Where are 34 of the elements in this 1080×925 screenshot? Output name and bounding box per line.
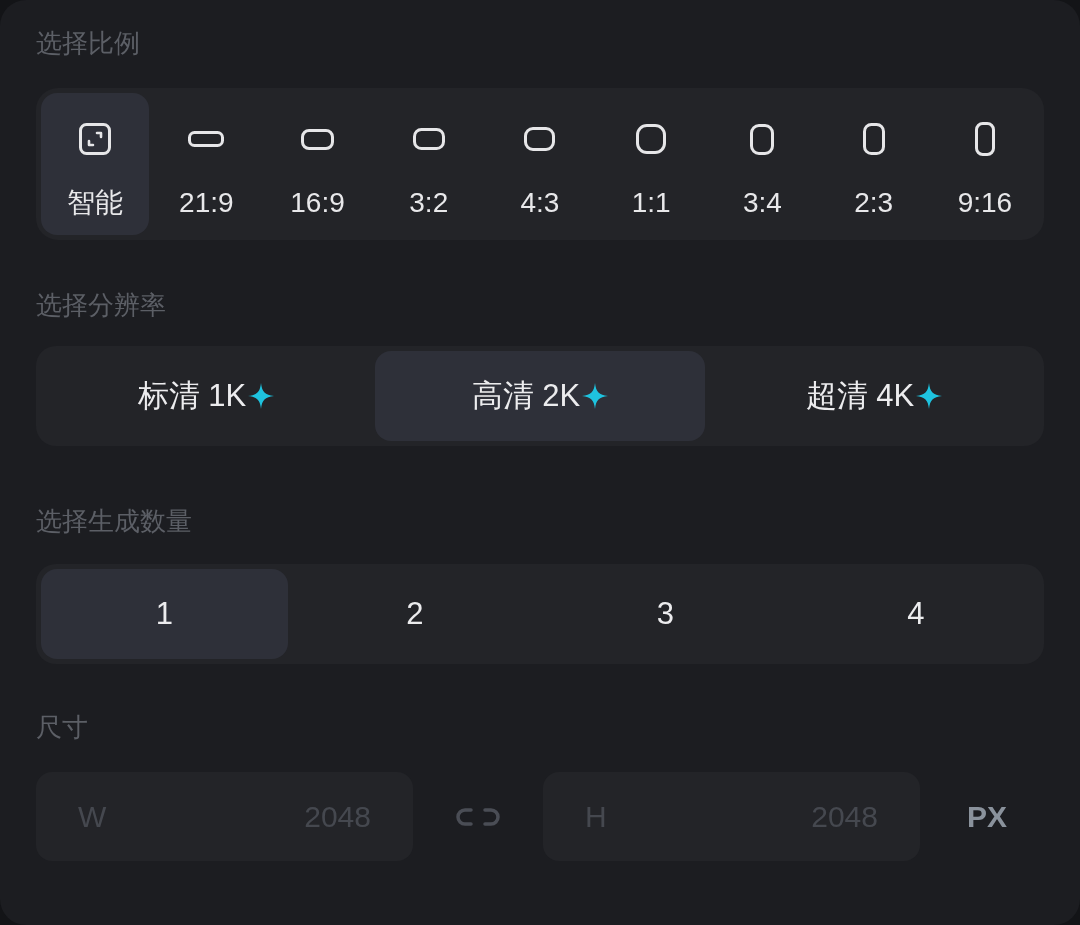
section-label: 选择生成数量 [35, 508, 193, 534]
aspect-ratio-icon [974, 122, 995, 156]
count-option[interactable]: 2 [291, 569, 538, 659]
ratio-option[interactable]: 2:3 [819, 93, 928, 235]
section-label: 尺寸 [35, 714, 89, 740]
count-option[interactable]: 3 [542, 569, 789, 659]
unit-label: PX [967, 799, 1008, 835]
ratio-option[interactable]: 智能 [41, 93, 150, 235]
aspect-ratio-icon [524, 127, 556, 151]
section-label: 选择比例 [35, 30, 141, 56]
aspect-ratio-icon [301, 128, 335, 150]
smart-frame-icon [79, 123, 112, 155]
aspect-ratio-icon [862, 123, 885, 155]
aspect-ratio-icon [636, 124, 667, 154]
ratio-option[interactable]: 9:16 [930, 93, 1039, 235]
ratio-option[interactable]: 4:3 [485, 93, 595, 235]
ratio-option[interactable]: 3:2 [374, 93, 483, 235]
sparkle-icon [916, 383, 943, 409]
section-label: 选择分辨率 [35, 292, 167, 318]
sparkle-icon [582, 383, 609, 409]
count-option[interactable]: 1 [41, 569, 288, 659]
aspect-ratio-icon [412, 128, 445, 150]
resolution-option[interactable]: 超清 4K [709, 351, 1039, 441]
aspect-ratio-icon [188, 131, 225, 147]
sparkle-icon [248, 383, 275, 409]
resolution-option[interactable]: 标清 1K [41, 351, 371, 441]
count-option[interactable]: 4 [792, 569, 1039, 659]
ratio-option[interactable]: 21:9 [152, 93, 261, 235]
ratio-option[interactable]: 1:1 [597, 93, 706, 235]
link-icon[interactable] [455, 806, 501, 827]
aspect-ratio-icon [750, 123, 775, 155]
ratio-option[interactable]: 16:9 [263, 93, 372, 235]
resolution-option[interactable]: 高清 2K [375, 351, 705, 441]
ratio-option[interactable]: 3:4 [708, 93, 817, 235]
